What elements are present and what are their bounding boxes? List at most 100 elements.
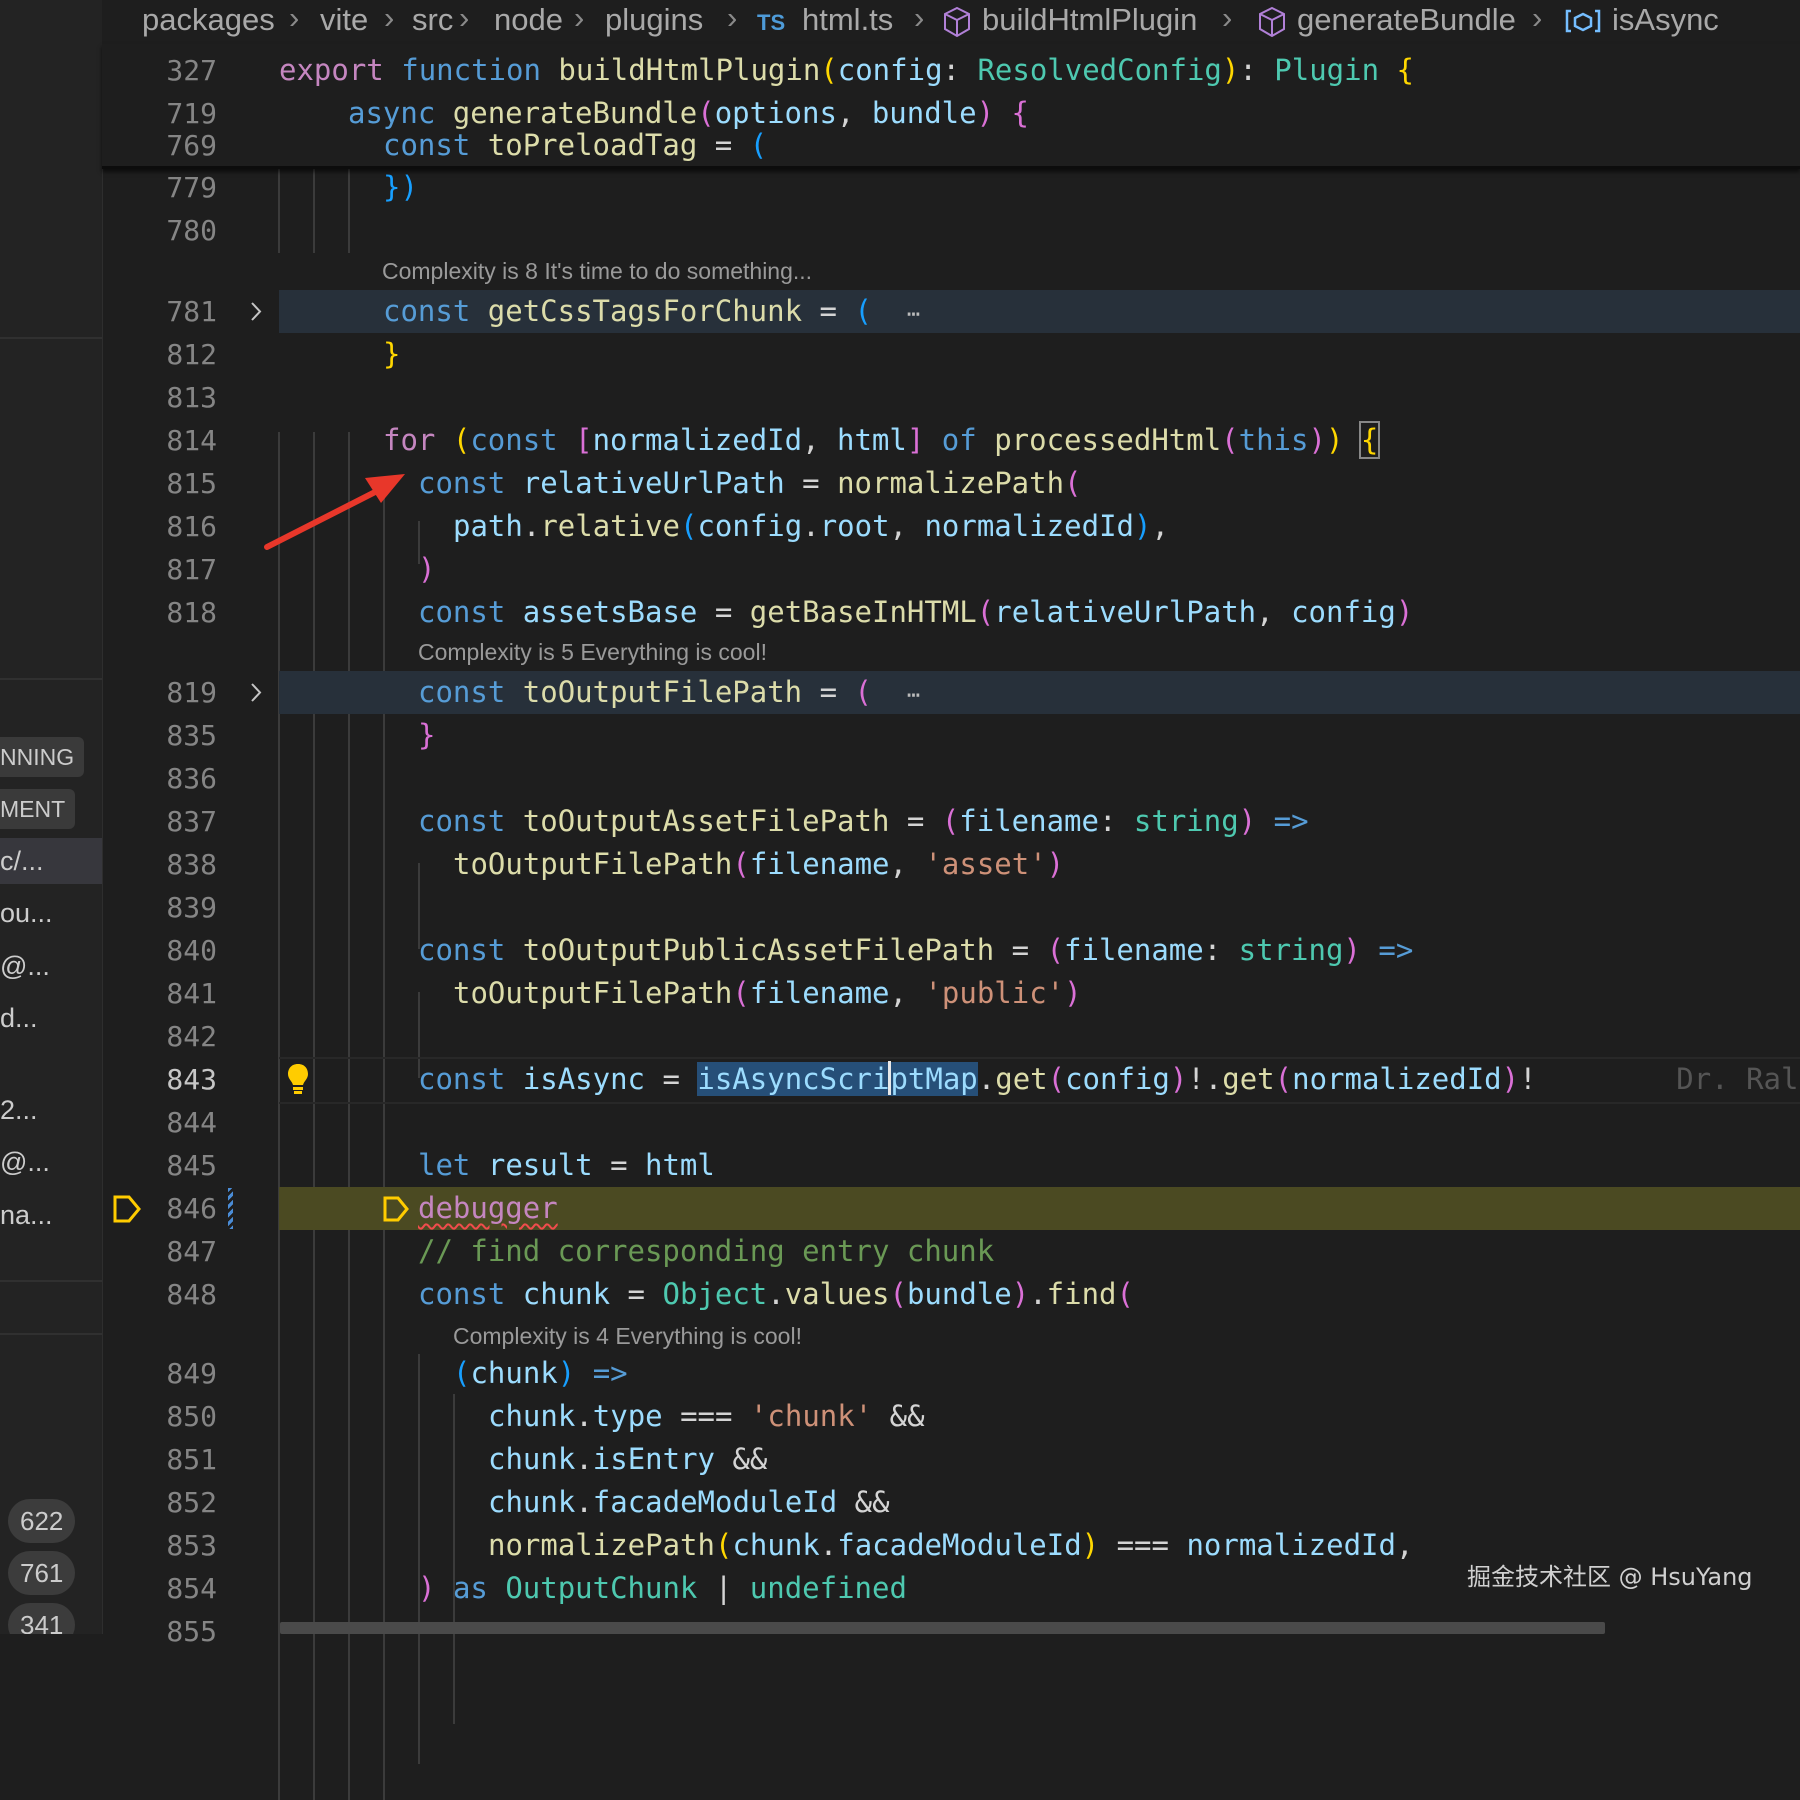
line-number: 812 bbox=[166, 338, 217, 371]
code-line[interactable]: 840 const toOutputPublicAssetFilePath = … bbox=[102, 929, 1800, 972]
code-line[interactable]: 844 bbox=[102, 1101, 1800, 1144]
code-line[interactable]: 836 bbox=[102, 757, 1800, 800]
code-line[interactable]: 842 bbox=[102, 1015, 1800, 1058]
fold-ellipsis[interactable]: ⋯ bbox=[907, 683, 920, 708]
count-badge: 761 bbox=[8, 1551, 76, 1595]
code-line[interactable]: 812 } bbox=[102, 333, 1800, 376]
line-number: 851 bbox=[166, 1443, 217, 1476]
complexity-hint[interactable]: Complexity is 8 It's time to do somethin… bbox=[382, 258, 812, 285]
breadcrumb: packages › vite › src › node › plugins ›… bbox=[102, 0, 1800, 44]
cube-icon bbox=[1259, 6, 1285, 38]
line-code: } bbox=[383, 337, 401, 371]
line-code: const assetsBase = getBaseInHTML(relativ… bbox=[418, 595, 1414, 629]
code-line[interactable]: 816 path.relative(config.root, normalize… bbox=[102, 505, 1800, 548]
sticky-line[interactable]: 769 const toPreloadTag = ( bbox=[102, 124, 1800, 167]
sticky-line[interactable]: 327 export function buildHtmlPlugin(conf… bbox=[102, 49, 1800, 92]
code-line[interactable]: 835 } bbox=[102, 714, 1800, 757]
code-line-debugger[interactable]: 846 debugger bbox=[102, 1187, 1800, 1230]
line-number: 819 bbox=[166, 676, 217, 709]
line-number: 837 bbox=[166, 805, 217, 838]
horizontal-scrollbar[interactable] bbox=[280, 1622, 1605, 1634]
sidebar-warning-chip[interactable]: NNING bbox=[0, 737, 85, 777]
code-line-current[interactable]: 843 const isAsync = isAsyncScriptMap.get… bbox=[102, 1058, 1800, 1101]
breadcrumb-item[interactable]: vite bbox=[320, 2, 368, 38]
sticky-scroll-header: 327 export function buildHtmlPlugin(conf… bbox=[102, 44, 1800, 169]
line-code: chunk.facadeModuleId && bbox=[488, 1485, 890, 1519]
chevron-right-icon: › bbox=[459, 0, 470, 35]
sidebar-item[interactable]: @... bbox=[0, 1139, 50, 1185]
breadcrumb-item[interactable]: src bbox=[412, 2, 453, 38]
line-code: let result = html bbox=[418, 1148, 715, 1182]
code-line[interactable]: 851 chunk.isEntry && bbox=[102, 1438, 1800, 1481]
breadcrumb-item[interactable]: html.ts bbox=[802, 2, 893, 38]
complexity-hint[interactable]: Complexity is 5 Everything is cool! bbox=[418, 639, 767, 666]
line-number: 779 bbox=[166, 171, 217, 204]
sidebar-divider bbox=[0, 1280, 102, 1282]
sidebar-item[interactable]: na... bbox=[0, 1192, 53, 1238]
line-number: 835 bbox=[166, 719, 217, 752]
sidebar-item[interactable]: c/... bbox=[0, 838, 102, 884]
code-line[interactable]: 818 const assetsBase = getBaseInHTML(rel… bbox=[102, 591, 1800, 634]
breakpoint-icon bbox=[383, 1196, 409, 1222]
code-line[interactable]: 815 const relativeUrlPath = normalizePat… bbox=[102, 462, 1800, 505]
code-line[interactable]: 817 ) bbox=[102, 548, 1800, 591]
line-number: 836 bbox=[166, 762, 217, 795]
sidebar-item[interactable]: ou... bbox=[0, 890, 53, 936]
line-number: 853 bbox=[166, 1529, 217, 1562]
sidebar-item[interactable]: 2... bbox=[0, 1087, 38, 1133]
explorer-sidebar: NNING MENT c/... ou... @... d... 2... @.… bbox=[0, 0, 103, 1634]
sidebar-comment-chip[interactable]: MENT bbox=[0, 789, 76, 829]
breadcrumb-item[interactable]: buildHtmlPlugin bbox=[982, 2, 1197, 38]
code-line[interactable]: 839 bbox=[102, 886, 1800, 929]
line-code: const chunk = Object.values(bundle).find… bbox=[418, 1277, 1134, 1311]
sticky-code: const toPreloadTag = ( bbox=[383, 128, 768, 162]
breadcrumb-item[interactable]: isAsync bbox=[1612, 2, 1719, 38]
code-line[interactable]: 847 // find corresponding entry chunk bbox=[102, 1230, 1800, 1273]
breadcrumb-item[interactable]: generateBundle bbox=[1297, 2, 1516, 38]
line-number: 813 bbox=[166, 381, 217, 414]
line-number: 838 bbox=[166, 848, 217, 881]
code-line[interactable]: 779 }) bbox=[102, 166, 1800, 209]
git-blame-annotation: Dr. Ralf S bbox=[1676, 1062, 1800, 1096]
line-number: 841 bbox=[166, 977, 217, 1010]
fold-ellipsis[interactable]: ⋯ bbox=[907, 302, 920, 327]
line-number: 846 bbox=[166, 1192, 217, 1225]
line-code: }) bbox=[383, 170, 418, 204]
code-line[interactable]: 841 toOutputFilePath(filename, 'public') bbox=[102, 972, 1800, 1015]
code-line[interactable]: 814 for (const [normalizedId, html] of p… bbox=[102, 419, 1800, 462]
sidebar-item[interactable]: @... bbox=[0, 943, 50, 989]
watermark: 掘金技术社区 @ HsuYang bbox=[1467, 1563, 1753, 1591]
code-line[interactable]: 780 bbox=[102, 209, 1800, 252]
line-number: 781 bbox=[166, 295, 217, 328]
line-number: 818 bbox=[166, 596, 217, 629]
code-line[interactable]: 837 const toOutputAssetFilePath = (filen… bbox=[102, 800, 1800, 843]
line-number: 854 bbox=[166, 1572, 217, 1605]
line-code: chunk.isEntry && bbox=[488, 1442, 768, 1476]
code-line[interactable]: 838 toOutputFilePath(filename, 'asset') bbox=[102, 843, 1800, 886]
chevron-right-icon: › bbox=[289, 0, 300, 35]
code-line[interactable]: 781 const getCssTagsForChunk = ( ⋯ bbox=[102, 290, 1800, 333]
breadcrumb-item[interactable]: packages bbox=[142, 2, 275, 38]
breadcrumb-item[interactable]: node bbox=[494, 2, 563, 38]
lightbulb-icon[interactable] bbox=[286, 1062, 310, 1096]
code-line[interactable]: 850 chunk.type === 'chunk' && bbox=[102, 1395, 1800, 1438]
code-editor[interactable]: 779 }) 780 Complexity is 8 It's time to … bbox=[102, 166, 1800, 1800]
complexity-hint[interactable]: Complexity is 4 Everything is cool! bbox=[453, 1323, 802, 1350]
sidebar-item[interactable]: d... bbox=[0, 995, 38, 1041]
code-line[interactable]: 848 const chunk = Object.values(bundle).… bbox=[102, 1273, 1800, 1316]
chevron-right-icon[interactable] bbox=[244, 290, 268, 333]
chevron-right-icon: › bbox=[914, 0, 925, 35]
breadcrumb-item[interactable]: plugins bbox=[605, 2, 703, 38]
typescript-file-icon: TS bbox=[757, 10, 786, 35]
line-number: 839 bbox=[166, 891, 217, 924]
code-line[interactable]: 849 (chunk) => bbox=[102, 1352, 1800, 1395]
code-line[interactable]: 852 chunk.facadeModuleId && bbox=[102, 1481, 1800, 1524]
code-line[interactable]: 813 bbox=[102, 376, 1800, 419]
sticky-code: export function buildHtmlPlugin(config: … bbox=[279, 53, 1414, 87]
line-number: 849 bbox=[166, 1357, 217, 1390]
code-line[interactable]: 819 const toOutputFilePath = ( ⋯ bbox=[102, 671, 1800, 714]
chevron-right-icon[interactable] bbox=[244, 671, 268, 714]
line-number: 848 bbox=[166, 1278, 217, 1311]
line-number: 850 bbox=[166, 1400, 217, 1433]
code-line[interactable]: 845 let result = html bbox=[102, 1144, 1800, 1187]
